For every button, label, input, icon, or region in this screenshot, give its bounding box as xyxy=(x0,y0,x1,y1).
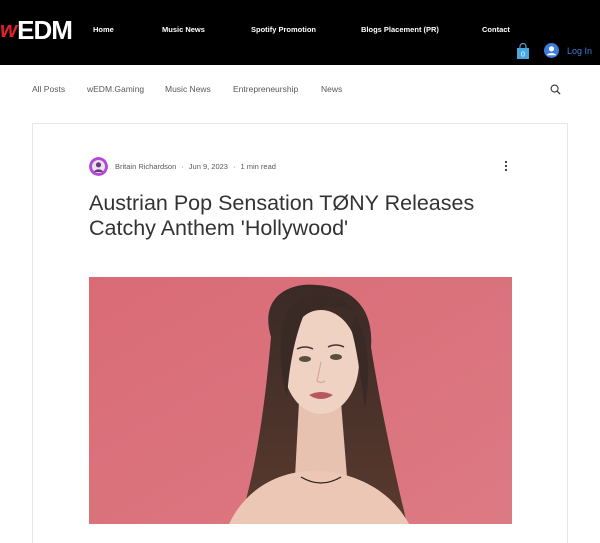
more-options-icon[interactable] xyxy=(504,160,508,172)
separator-dot: · xyxy=(181,162,184,171)
search-icon[interactable] xyxy=(550,84,561,95)
user-icon xyxy=(544,43,559,58)
separator-dot: · xyxy=(232,162,236,171)
category-entrepreneurship[interactable]: Entrepreneurship xyxy=(233,84,298,94)
logo-prefix: w xyxy=(0,17,18,42)
nav-contact[interactable]: Contact xyxy=(482,25,510,34)
nav-home[interactable]: Home xyxy=(93,25,114,34)
author-avatar[interactable] xyxy=(89,157,108,176)
cart-count: 0 xyxy=(521,52,525,59)
logo-text: EDM xyxy=(17,14,73,45)
read-time: 1 min read xyxy=(240,162,276,171)
login-label: Log In xyxy=(567,45,593,56)
author-name[interactable]: Britain Richardson xyxy=(115,162,176,171)
post-meta: Britain Richardson · Jun 9, 2023 · 1 min… xyxy=(89,157,276,176)
post-hero-image xyxy=(89,277,512,524)
category-music-news[interactable]: Music News xyxy=(165,84,211,94)
category-news[interactable]: News xyxy=(321,84,342,94)
nav-spotify-promotion[interactable]: Spotify Promotion xyxy=(251,25,316,34)
category-wedm-gaming[interactable]: wEDM.Gaming xyxy=(87,84,144,94)
login-button[interactable]: Log In xyxy=(544,43,592,58)
category-nav: All Posts wEDM.Gaming Music News Entrepr… xyxy=(0,84,600,98)
post-date: Jun 9, 2023 xyxy=(188,162,228,171)
post-title: Austrian Pop Sensation TØNY Releases Cat… xyxy=(89,191,475,240)
nav-blogs-placement[interactable]: Blogs Placement (PR) xyxy=(361,25,439,34)
nav-music-news[interactable]: Music News xyxy=(162,25,205,34)
site-logo[interactable]: w EDM xyxy=(0,14,73,45)
cart-icon[interactable]: 0 xyxy=(516,42,530,59)
category-all-posts[interactable]: All Posts xyxy=(32,84,65,94)
site-header: w EDM Home Music News Spotify Promotion B… xyxy=(0,0,600,65)
